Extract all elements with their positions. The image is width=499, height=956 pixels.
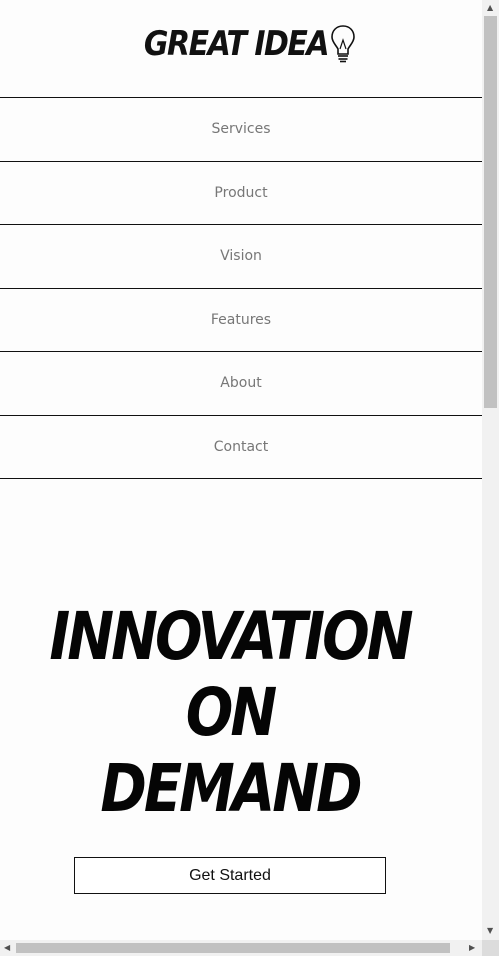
scroll-down-arrow-icon[interactable]: ▼ <box>487 927 493 935</box>
scroll-up-arrow-icon[interactable]: ▲ <box>487 4 493 12</box>
nav-item-services[interactable]: Services <box>0 98 482 162</box>
nav-item-features[interactable]: Features <box>0 289 482 352</box>
get-started-button[interactable]: Get Started <box>74 857 386 894</box>
nav-item-label: Product <box>214 184 268 201</box>
main-navigation: Services Product Vision Features About C… <box>0 97 482 479</box>
nav-item-vision[interactable]: Vision <box>0 225 482 289</box>
hero-headline-line-3: DEMAND <box>100 751 362 828</box>
vertical-scroll-thumb[interactable] <box>484 16 497 408</box>
page-content: GREAT IDEA Services Product Vision Featu… <box>0 0 482 940</box>
logo-text: GREAT IDEA <box>143 24 330 64</box>
hero-section: INNOVATION ON DEMAND <box>30 599 430 828</box>
nav-item-contact[interactable]: Contact <box>0 416 482 479</box>
scroll-right-arrow-icon[interactable]: ▶ <box>469 944 475 952</box>
nav-item-label: About <box>220 375 262 392</box>
nav-item-label: Contact <box>213 438 269 455</box>
scrollbar-corner <box>482 940 499 956</box>
scroll-left-arrow-icon[interactable]: ◀ <box>4 944 10 952</box>
vertical-scrollbar[interactable]: ▲ ▼ <box>482 0 499 940</box>
lightbulb-icon <box>331 25 355 63</box>
horizontal-scrollbar[interactable]: ◀ ▶ <box>0 940 482 956</box>
nav-item-product[interactable]: Product <box>0 162 482 225</box>
horizontal-scroll-thumb[interactable] <box>16 943 450 953</box>
browser-viewport: GREAT IDEA Services Product Vision Featu… <box>0 0 499 956</box>
nav-item-label: Services <box>211 121 271 138</box>
nav-item-about[interactable]: About <box>0 352 482 416</box>
nav-item-label: Vision <box>220 248 262 265</box>
site-logo[interactable]: GREAT IDEA <box>144 20 355 68</box>
nav-item-label: Features <box>210 311 272 328</box>
